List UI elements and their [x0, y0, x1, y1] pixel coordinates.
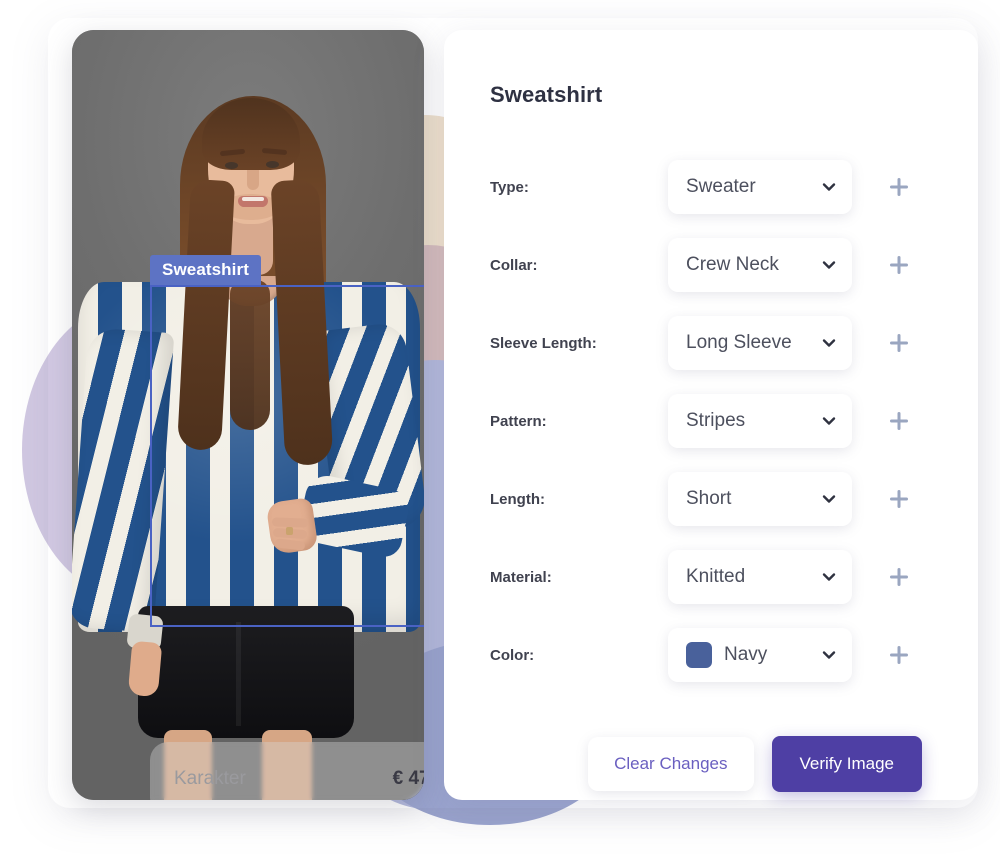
select-material-value: Knitted: [686, 566, 746, 587]
chevron-down-icon: [820, 412, 838, 430]
select-sleeve-length[interactable]: Long Sleeve: [668, 316, 852, 370]
mouth: [238, 196, 268, 207]
app-root: Sweatshirt Karakter € 47.70 Sweatshirt T…: [0, 0, 1000, 861]
brand-name: Karakter: [174, 768, 246, 789]
attribute-row-length: Length: Short: [490, 460, 934, 538]
select-color[interactable]: Navy: [668, 628, 852, 682]
attribute-label-length: Length:: [490, 490, 545, 508]
attribute-row-color: Color: Navy: [490, 616, 934, 694]
add-material-button[interactable]: [886, 564, 912, 590]
select-collar-value: Crew Neck: [686, 254, 779, 275]
add-pattern-button[interactable]: [886, 408, 912, 434]
detection-box-label[interactable]: Sweatshirt: [150, 255, 261, 285]
clear-changes-button[interactable]: Clear Changes: [588, 737, 754, 791]
attribute-label-collar: Collar:: [490, 256, 538, 274]
attribute-row-type: Type: Sweater: [490, 148, 934, 226]
page-title: Sweatshirt: [490, 82, 603, 107]
select-material[interactable]: Knitted: [668, 550, 852, 604]
nose: [247, 170, 259, 190]
chevron-down-icon: [820, 178, 838, 196]
select-pattern[interactable]: Stripes: [668, 394, 852, 448]
attribute-label-sleeve-length: Sleeve Length:: [490, 334, 597, 352]
product-image-panel[interactable]: Sweatshirt Karakter € 47.70: [72, 30, 424, 800]
add-color-button[interactable]: [886, 642, 912, 668]
attribute-row-sleeve-length: Sleeve Length: Long Sleeve: [490, 304, 934, 382]
select-type-value: Sweater: [686, 176, 756, 197]
form-actions: Clear Changes Verify Image: [490, 736, 934, 792]
attribute-row-collar: Collar: Crew Neck: [490, 226, 934, 304]
attribute-form-panel: Sweatshirt Type: Sweater Collar: Crew Ne…: [444, 30, 978, 800]
chevron-down-icon: [820, 568, 838, 586]
chevron-down-icon: [820, 490, 838, 508]
select-sleeve-length-value: Long Sleeve: [686, 332, 792, 353]
attribute-row-material: Material: Knitted: [490, 538, 934, 616]
add-sleeve-length-button[interactable]: [886, 330, 912, 356]
hand-left: [127, 640, 163, 698]
product-info-bar: Karakter € 47.70: [150, 742, 424, 800]
eye-right: [266, 161, 279, 168]
chevron-down-icon: [820, 256, 838, 274]
attribute-label-color: Color:: [490, 646, 535, 664]
select-collar[interactable]: Crew Neck: [668, 238, 852, 292]
attribute-label-type: Type:: [490, 178, 529, 196]
eye-left: [225, 162, 238, 169]
select-length[interactable]: Short: [668, 472, 852, 526]
verify-image-button[interactable]: Verify Image: [771, 736, 922, 792]
chevron-down-icon: [820, 646, 838, 664]
color-swatch-icon: [686, 642, 712, 668]
detection-bounding-box[interactable]: [150, 285, 424, 627]
select-color-value: Navy: [724, 644, 768, 665]
add-type-button[interactable]: [886, 174, 912, 200]
chevron-down-icon: [820, 334, 838, 352]
add-collar-button[interactable]: [886, 252, 912, 278]
add-length-button[interactable]: [886, 486, 912, 512]
attribute-row-pattern: Pattern: Stripes: [490, 382, 934, 460]
select-pattern-value: Stripes: [686, 410, 746, 431]
product-price: € 47.70: [392, 768, 424, 789]
attribute-label-pattern: Pattern:: [490, 412, 547, 430]
select-type[interactable]: Sweater: [668, 160, 852, 214]
attribute-label-material: Material:: [490, 568, 552, 586]
select-length-value: Short: [686, 488, 732, 509]
